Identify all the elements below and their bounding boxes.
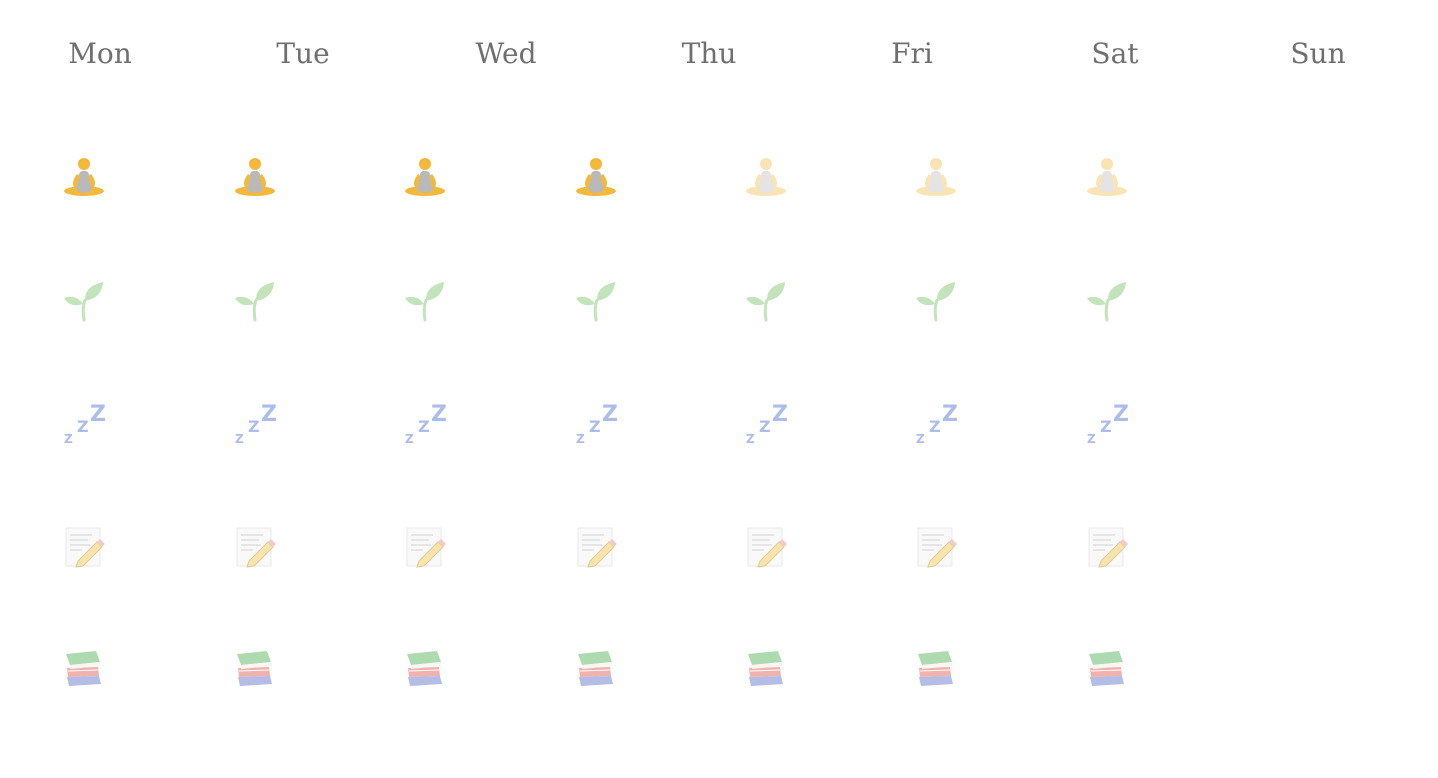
sleep-zzz-icon: Z Z Z <box>403 401 447 445</box>
meditation-cell-mon[interactable] <box>61 153 107 199</box>
journal-pencil-cell-mon[interactable] <box>61 524 107 570</box>
sleep-zzz-icon: Z Z Z <box>1085 401 1129 445</box>
seedling-cell-sun[interactable] <box>1084 277 1130 323</box>
sleep-zzz-cell-sun[interactable]: Z Z Z <box>1084 400 1130 446</box>
journal-pencil-icon <box>744 525 788 569</box>
seedling-icon <box>744 278 788 322</box>
books-cell-sat[interactable] <box>913 645 959 691</box>
svg-text:Z: Z <box>405 432 414 445</box>
meditation-cell-thu[interactable] <box>573 153 619 199</box>
meditation-cell-wed[interactable] <box>402 153 448 199</box>
meditation-icon <box>62 154 106 198</box>
journal-pencil-icon <box>403 525 447 569</box>
seedling-icon <box>1085 278 1129 322</box>
meditation-icon <box>233 154 277 198</box>
meditation-cell-fri[interactable] <box>743 153 789 199</box>
svg-text:Z: Z <box>772 402 788 427</box>
meditation-cell-sat[interactable] <box>913 153 959 199</box>
svg-text:Z: Z <box>746 432 755 445</box>
svg-text:Z: Z <box>235 432 244 445</box>
seedling-icon <box>62 278 106 322</box>
meditation-icon <box>744 154 788 198</box>
seedling-cell-sat[interactable] <box>913 277 959 323</box>
meditation-cell-tue[interactable] <box>232 153 278 199</box>
svg-text:Z: Z <box>942 402 958 427</box>
books-icon <box>403 646 447 690</box>
sleep-zzz-cell-mon[interactable]: Z Z Z <box>61 400 107 446</box>
seedling-icon <box>914 278 958 322</box>
svg-text:Z: Z <box>431 402 447 427</box>
svg-text:Z: Z <box>602 402 618 427</box>
sleep-zzz-icon: Z Z Z <box>233 401 277 445</box>
svg-text:Z: Z <box>916 432 925 445</box>
books-cell-mon[interactable] <box>61 645 107 691</box>
meditation-icon <box>1085 154 1129 198</box>
svg-text:Z: Z <box>1100 417 1112 436</box>
svg-text:Z: Z <box>248 417 260 436</box>
books-icon <box>233 646 277 690</box>
journal-pencil-cell-fri[interactable] <box>743 524 789 570</box>
journal-pencil-cell-sun[interactable] <box>1084 524 1130 570</box>
journal-pencil-icon <box>233 525 277 569</box>
meditation-icon <box>574 154 618 198</box>
journal-pencil-icon <box>914 525 958 569</box>
books-icon <box>574 646 618 690</box>
seedling-icon <box>403 278 447 322</box>
meditation-cell-sun[interactable] <box>1084 153 1130 199</box>
seedling-icon <box>233 278 277 322</box>
journal-pencil-icon <box>1085 525 1129 569</box>
journal-pencil-cell-tue[interactable] <box>232 524 278 570</box>
books-icon <box>1085 646 1129 690</box>
svg-text:Z: Z <box>64 432 73 445</box>
sleep-zzz-cell-wed[interactable]: Z Z Z <box>402 400 448 446</box>
svg-text:Z: Z <box>418 417 430 436</box>
day-header-tue: Tue <box>276 37 330 70</box>
sleep-zzz-icon: Z Z Z <box>744 401 788 445</box>
meditation-icon <box>914 154 958 198</box>
books-cell-wed[interactable] <box>402 645 448 691</box>
svg-text:Z: Z <box>759 417 771 436</box>
journal-pencil-icon <box>574 525 618 569</box>
seedling-cell-mon[interactable] <box>61 277 107 323</box>
day-header-fri: Fri <box>891 37 933 70</box>
sleep-zzz-icon: Z Z Z <box>62 401 106 445</box>
day-header-wed: Wed <box>475 37 537 70</box>
sleep-zzz-cell-tue[interactable]: Z Z Z <box>232 400 278 446</box>
journal-pencil-cell-thu[interactable] <box>573 524 619 570</box>
sleep-zzz-icon: Z Z Z <box>574 401 618 445</box>
svg-text:Z: Z <box>1113 402 1129 427</box>
day-header-mon: Mon <box>68 37 132 70</box>
journal-pencil-cell-wed[interactable] <box>402 524 448 570</box>
svg-text:Z: Z <box>576 432 585 445</box>
sleep-zzz-cell-thu[interactable]: Z Z Z <box>573 400 619 446</box>
day-header-sun: Sun <box>1290 37 1346 70</box>
seedling-cell-wed[interactable] <box>402 277 448 323</box>
seedling-cell-thu[interactable] <box>573 277 619 323</box>
books-icon <box>914 646 958 690</box>
journal-pencil-cell-sat[interactable] <box>913 524 959 570</box>
seedling-cell-fri[interactable] <box>743 277 789 323</box>
svg-text:Z: Z <box>90 402 106 427</box>
svg-text:Z: Z <box>77 417 89 436</box>
seedling-cell-tue[interactable] <box>232 277 278 323</box>
books-cell-fri[interactable] <box>743 645 789 691</box>
books-icon <box>62 646 106 690</box>
books-cell-sun[interactable] <box>1084 645 1130 691</box>
books-cell-thu[interactable] <box>573 645 619 691</box>
seedling-icon <box>574 278 618 322</box>
books-icon <box>744 646 788 690</box>
svg-text:Z: Z <box>589 417 601 436</box>
habit-tracker-grid: Mon Tue Wed Thu Fri Sat Sun Z Z Z Z Z Z … <box>0 0 1438 778</box>
day-header-thu: Thu <box>681 37 737 70</box>
svg-text:Z: Z <box>1087 432 1096 445</box>
day-header-sat: Sat <box>1091 37 1139 70</box>
sleep-zzz-cell-fri[interactable]: Z Z Z <box>743 400 789 446</box>
meditation-icon <box>403 154 447 198</box>
journal-pencil-icon <box>62 525 106 569</box>
sleep-zzz-cell-sat[interactable]: Z Z Z <box>913 400 959 446</box>
svg-text:Z: Z <box>929 417 941 436</box>
books-cell-tue[interactable] <box>232 645 278 691</box>
svg-text:Z: Z <box>261 402 277 427</box>
sleep-zzz-icon: Z Z Z <box>914 401 958 445</box>
